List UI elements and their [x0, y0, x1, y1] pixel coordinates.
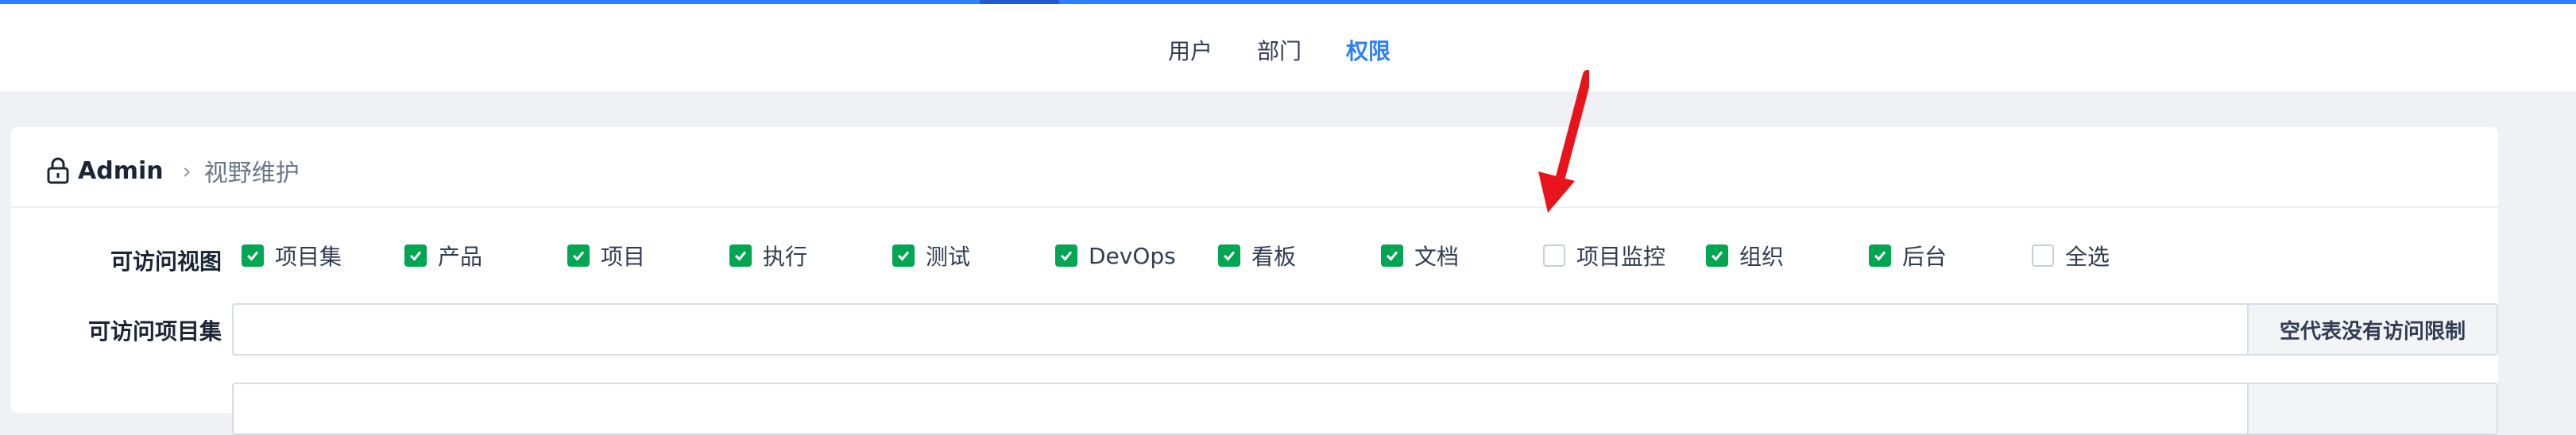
checkbox-checked-icon[interactable]	[242, 244, 264, 267]
breadcrumb: Admin › 视野维护	[46, 151, 300, 191]
header: 用户 部门 权限	[0, 4, 2576, 91]
next-input[interactable]	[232, 383, 2498, 435]
checkbox-checked-icon[interactable]	[892, 244, 915, 267]
view-option[interactable]: 项目	[567, 240, 645, 271]
nav-tabs: 用户 部门 权限	[1168, 34, 1390, 66]
view-option[interactable]: 项目集	[242, 240, 342, 271]
view-option[interactable]: DevOps	[1055, 240, 1176, 271]
tab-users[interactable]: 用户	[1168, 34, 1213, 66]
next-input-addon	[2247, 384, 2497, 433]
views-label: 可访问视图	[110, 248, 222, 275]
main-panel: Admin › 视野维护 可访问视图 项目集 产品 项目 执行 测试 DevOp…	[11, 127, 2498, 435]
view-option[interactable]: 执行	[729, 240, 807, 271]
checkbox-checked-icon[interactable]	[1218, 244, 1240, 267]
checkbox-checked-icon[interactable]	[567, 244, 590, 267]
checkbox-unchecked-icon[interactable]	[2032, 244, 2054, 267]
checkbox-checked-icon[interactable]	[404, 244, 427, 267]
checkbox-checked-icon[interactable]	[729, 244, 752, 267]
view-option[interactable]: 测试	[892, 240, 970, 271]
red-arrow-annotation	[1538, 70, 1589, 213]
checkbox-checked-icon[interactable]	[1055, 244, 1077, 267]
programs-input-addon: 空代表没有访问限制	[2247, 305, 2497, 354]
checkbox-unchecked-icon[interactable]	[1543, 244, 1565, 267]
view-option[interactable]: 组织	[1706, 240, 1784, 271]
lock-icon	[47, 157, 69, 184]
breadcrumb-admin[interactable]: Admin	[78, 157, 164, 185]
view-option[interactable]: 文档	[1381, 240, 1459, 271]
breadcrumb-separator: ›	[182, 157, 191, 184]
breadcrumb-current: 视野维护	[203, 160, 300, 187]
view-option[interactable]: 项目监控	[1543, 240, 1665, 271]
view-option[interactable]: 产品	[404, 240, 482, 271]
programs-label: 可访问项目集	[87, 318, 222, 345]
checkbox-checked-icon[interactable]	[1381, 244, 1403, 267]
view-option[interactable]: 后台	[1869, 240, 1947, 271]
tab-departments[interactable]: 部门	[1257, 34, 1302, 66]
checkbox-checked-icon[interactable]	[1869, 244, 1891, 267]
tab-permissions[interactable]: 权限	[1346, 34, 1390, 66]
divider	[11, 206, 2498, 208]
checkbox-checked-icon[interactable]	[1706, 244, 1728, 267]
select-all-option[interactable]: 全选	[2032, 240, 2110, 271]
view-option[interactable]: 看板	[1218, 240, 1296, 271]
programs-input[interactable]: 空代表没有访问限制	[232, 303, 2498, 356]
